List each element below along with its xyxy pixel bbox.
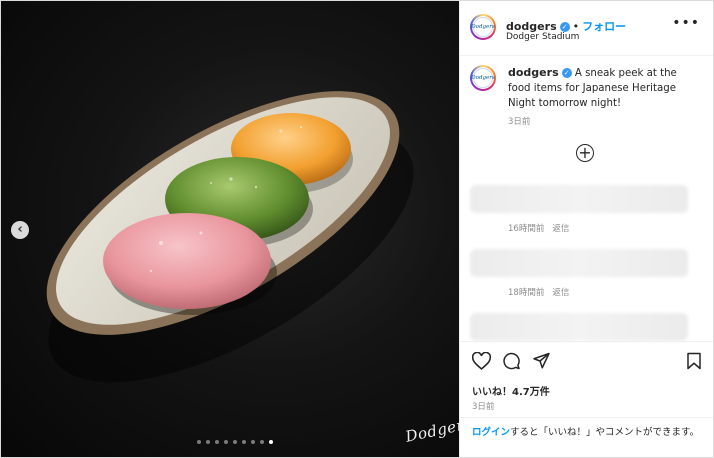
comment-meta: 16時間前 返信	[508, 222, 569, 234]
login-link[interactable]: ログイン	[472, 427, 510, 438]
reply-button[interactable]: 返信	[552, 288, 569, 298]
follow-button[interactable]: フォロー	[582, 20, 626, 33]
carousel-dot	[206, 440, 210, 444]
carousel-indicator	[197, 440, 273, 444]
login-text: ログインすると「いいね！」やコメントができます。	[472, 426, 702, 439]
blurred-comment	[470, 313, 688, 341]
bookmark-icon[interactable]	[686, 352, 702, 370]
carousel-dot	[251, 440, 255, 444]
avatar[interactable]: Dodgers	[470, 14, 496, 40]
comment-meta: 18時間前 返信	[508, 286, 569, 298]
carousel-dot	[215, 440, 219, 444]
verified-badge-icon: ✓	[561, 68, 572, 78]
login-prompt: ログインすると「いいね！」やコメントができます。	[460, 417, 713, 457]
mochi-plate-illustration	[46, 91, 414, 383]
verified-badge-icon: ✓	[559, 22, 570, 32]
more-options-icon[interactable]: •••	[672, 15, 700, 31]
post-side-panel: Dodgers dodgers ✓ • フォロー Dodger Stadium •••…	[459, 1, 713, 457]
action-bar	[460, 341, 713, 380]
carousel-dot-active	[269, 440, 273, 444]
instagram-post-embed: ‹ Dodgers Dodgers dodgers ✓ • フォロー Dodger S…	[0, 0, 714, 458]
location-link[interactable]: Dodger Stadium	[506, 32, 579, 42]
pink-mochi	[103, 213, 271, 309]
carousel-prev-button[interactable]: ‹	[11, 221, 29, 239]
comment-timestamp: 18時間前	[508, 288, 545, 298]
carousel-dot	[197, 440, 201, 444]
blurred-comment	[470, 249, 688, 277]
carousel-dot	[242, 440, 246, 444]
login-rest: すると「いいね！」やコメントができます。	[510, 427, 700, 438]
carousel-dot	[224, 440, 228, 444]
dodgers-logo-icon: Dodgers	[471, 17, 495, 37]
share-icon[interactable]	[532, 352, 551, 370]
reply-button[interactable]: 返信	[552, 224, 569, 234]
comment-timestamp: 16時間前	[508, 224, 545, 234]
blurred-comment	[470, 185, 688, 213]
carousel-dot	[260, 440, 264, 444]
post-timestamp[interactable]: 3日前	[472, 400, 494, 412]
carousel-dot	[233, 440, 237, 444]
caption-avatar[interactable]: Dodgers	[470, 65, 496, 91]
load-more-comments-icon[interactable]: +	[576, 144, 594, 162]
heart-icon[interactable]	[472, 352, 491, 370]
post-photo: ‹ Dodgers	[1, 1, 459, 457]
caption-timestamp: 3日前	[508, 117, 531, 127]
comment-icon[interactable]	[502, 352, 521, 370]
dodgers-logo-icon: Dodgers	[471, 68, 495, 88]
caption-text: dodgers ✓ A sneak peek at the food items …	[508, 65, 694, 111]
post-header: Dodgers dodgers ✓ • フォロー Dodger Stadium •••	[460, 1, 713, 56]
like-count[interactable]: いいね！4.7万件	[472, 383, 550, 398]
caption-username[interactable]: dodgers	[508, 66, 559, 79]
